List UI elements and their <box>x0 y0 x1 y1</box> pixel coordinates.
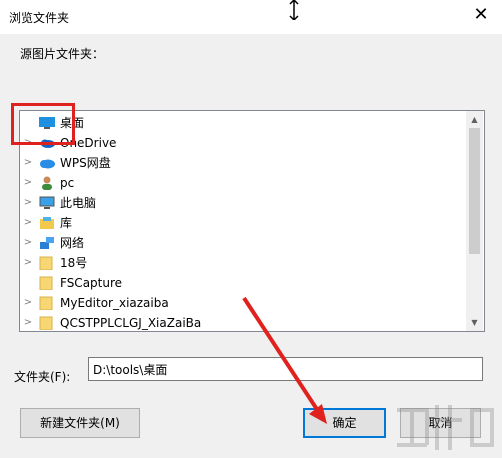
tree-item-wps[interactable]: > WPS网盘 <box>20 153 466 173</box>
user-icon <box>42 176 52 190</box>
chevron-right-icon[interactable]: > <box>23 173 33 193</box>
tree-item-label: QCSTPPLCLGJ_XiaZaiBa <box>60 316 202 330</box>
folder-icon <box>39 256 53 270</box>
folder-path-input[interactable]: D:\tools\桌面 <box>88 357 483 381</box>
watermark-logo <box>397 405 494 450</box>
tree-item-pc[interactable]: > pc <box>20 173 466 193</box>
tree-item-label: 网络 <box>60 236 85 250</box>
tree-item-folder-18[interactable]: > 18号 <box>20 253 466 273</box>
tree-item-library[interactable]: > 库 <box>20 213 466 233</box>
wps-cloud-icon <box>40 159 55 169</box>
network-icon <box>40 237 54 249</box>
chevron-right-icon[interactable]: > <box>23 313 33 331</box>
folder-field-label: 文件夹(F): <box>14 370 71 384</box>
close-button[interactable]: ✕ <box>470 4 492 26</box>
resize-cursor-icon <box>289 0 299 20</box>
title-bar: 浏览文件夹 ✕ <box>0 0 502 34</box>
tree-item-desktop[interactable]: 桌面 <box>20 113 466 133</box>
folder-icon <box>39 316 53 330</box>
chevron-right-icon[interactable]: > <box>23 213 33 233</box>
chevron-right-icon[interactable]: > <box>23 253 33 273</box>
scroll-down-icon[interactable]: ▼ <box>466 314 483 331</box>
tree-item-onedrive[interactable]: > OneDrive <box>20 133 466 153</box>
tree-item-label: pc <box>60 176 75 190</box>
red-highlight-box <box>11 103 75 145</box>
chevron-right-icon[interactable]: > <box>23 153 33 173</box>
tree-item-qcstpplclgj[interactable]: > QCSTPPLCLGJ_XiaZaiBa <box>20 313 466 331</box>
tree-item-label: 库 <box>60 216 73 230</box>
computer-icon <box>39 196 55 209</box>
folder-icon <box>39 296 53 310</box>
tree-item-this-pc[interactable]: > 此电脑 <box>20 193 466 213</box>
ok-button[interactable]: 确定 <box>303 408 386 438</box>
tree-item-label: MyEditor_xiazaiba <box>60 296 169 310</box>
chevron-right-icon[interactable]: > <box>23 293 33 313</box>
scrollbar-thumb[interactable] <box>469 128 480 254</box>
window-title: 浏览文件夹 <box>9 11 70 25</box>
new-folder-button[interactable]: 新建文件夹(M) <box>20 408 140 438</box>
scroll-up-icon[interactable]: ▲ <box>466 111 483 128</box>
tree-item-myeditor[interactable]: > MyEditor_xiazaiba <box>20 293 466 313</box>
source-folder-label: 源图片文件夹： <box>20 47 105 61</box>
tree-item-fscapture[interactable]: FSCapture <box>20 273 466 293</box>
vertical-scrollbar[interactable]: ▲ ▼ <box>466 111 483 331</box>
tree-item-label: 18号 <box>60 256 88 270</box>
tree-item-label: 此电脑 <box>60 196 97 210</box>
tree-item-label: WPS网盘 <box>60 156 111 170</box>
folder-icon <box>39 276 53 290</box>
library-icon <box>40 217 54 229</box>
tree-item-label: FSCapture <box>60 276 123 290</box>
tree-item-network[interactable]: > 网络 <box>20 233 466 253</box>
folder-tree[interactable]: 桌面 > OneDrive > WPS网盘 > pc > 此电脑 > 库 > 网… <box>19 110 485 332</box>
chevron-right-icon[interactable]: > <box>23 233 33 253</box>
chevron-right-icon[interactable]: > <box>23 193 33 213</box>
